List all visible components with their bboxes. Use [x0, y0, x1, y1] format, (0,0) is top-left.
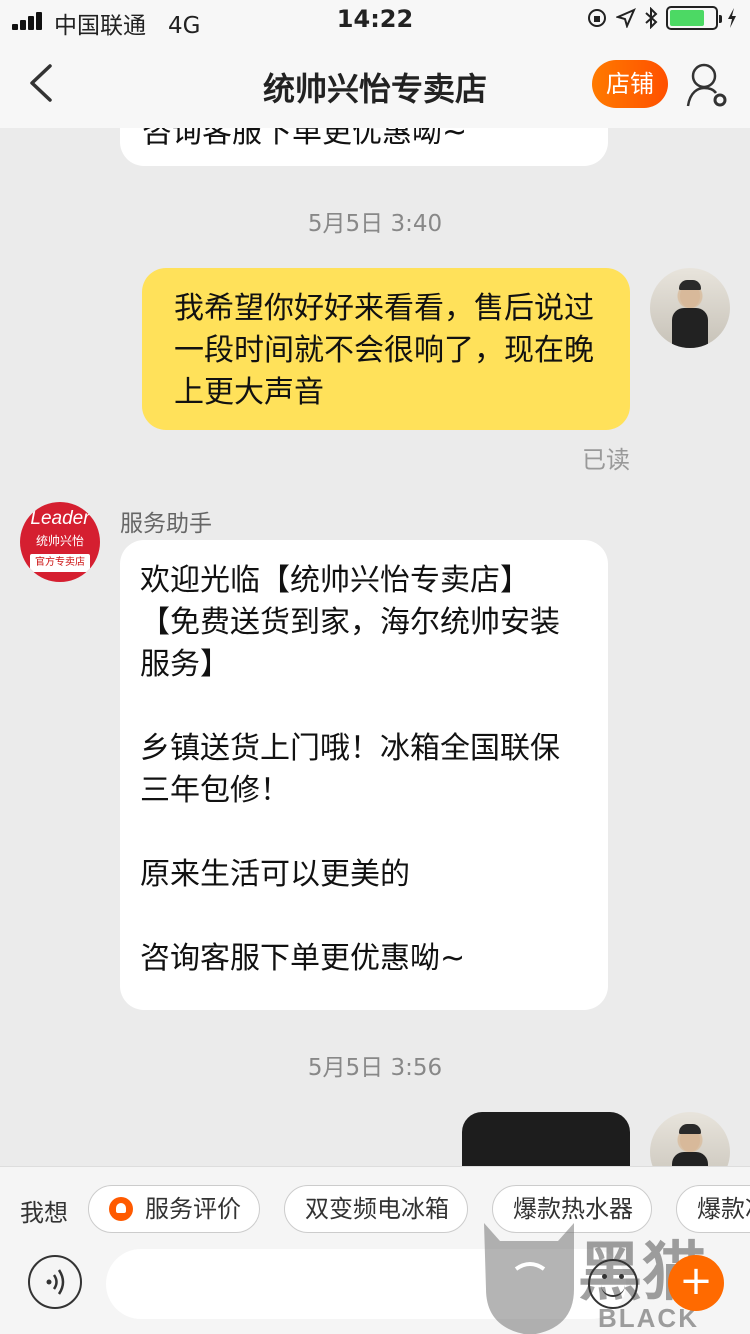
user-avatar[interactable] — [650, 1112, 730, 1166]
message-line: 三年包修！ — [140, 773, 290, 808]
chat-area[interactable]: 咨询客服下单更优惠呦~ 5月5日 3:40 我希望你好好来看看，售后说过一段时间… — [0, 128, 750, 1166]
chip-service-rating[interactable]: 服务评价 — [88, 1185, 260, 1233]
bluetooth-icon — [645, 7, 658, 29]
charging-icon — [728, 8, 736, 28]
image-message[interactable] — [462, 1112, 630, 1166]
message-line: 咨询客服下单更优惠呦~ — [140, 941, 466, 976]
top-bar: 中国联通 4G 14:22 统帅兴怡专卖店 店铺 — [0, 0, 750, 128]
user-avatar[interactable] — [650, 268, 730, 348]
message-text: 我希望你好好来看看，售后说过一段时间就不会很响了，现在晚上更大声音 — [174, 291, 594, 410]
battery-icon — [666, 6, 722, 30]
timestamp: 5月5日 3:40 — [307, 211, 443, 237]
quick-lead-label: 我想 — [20, 1199, 68, 1227]
bottom-bar: 我想 服务评价 双变频电冰箱 爆款热水器 爆款冰 黑猫 BLACK CAT + — [0, 1166, 750, 1334]
add-icon[interactable]: + — [668, 1255, 724, 1311]
message-line: 【免费送货到家，海尔统帅安装 — [140, 605, 560, 640]
sender-name: 服务助手 — [120, 511, 212, 537]
emoji-icon[interactable] — [588, 1259, 638, 1309]
user-settings-icon[interactable] — [686, 62, 730, 108]
location-icon — [616, 8, 636, 28]
message-line: 服务】 — [140, 647, 230, 682]
message-line: 欢迎光临【统帅兴怡专卖店】 — [140, 563, 530, 598]
user-message-bubble[interactable]: 我希望你好好来看看，售后说过一段时间就不会很响了，现在晚上更大声音 — [142, 268, 630, 430]
black-cat-logo-icon — [484, 1223, 574, 1334]
shop-avatar[interactable]: Leader 统帅兴怡 官方专卖店 — [20, 502, 100, 582]
timestamp: 5月5日 3:56 — [307, 1055, 443, 1081]
chip-fridge[interactable]: 双变频电冰箱 — [284, 1185, 468, 1233]
partial-message-bubble: 咨询客服下单更优惠呦~ — [120, 128, 608, 166]
shop-message-bubble[interactable]: 欢迎光临【统帅兴怡专卖店】 【免费送货到家，海尔统帅安装 服务】 乡镇送货上门哦… — [120, 540, 608, 1010]
nav-bar: 统帅兴怡专卖店 店铺 — [0, 40, 750, 128]
read-status: 已读 — [582, 446, 630, 474]
message-line: 乡镇送货上门哦！冰箱全国联保 — [140, 731, 560, 766]
status-bar: 中国联通 4G 14:22 — [0, 0, 750, 40]
orientation-lock-icon — [588, 9, 606, 27]
voice-input-icon[interactable] — [28, 1255, 82, 1309]
message-line: 原来生活可以更美的 — [140, 857, 410, 892]
shop-button[interactable]: 店铺 — [592, 60, 668, 108]
message-text: 咨询客服下单更优惠呦~ — [142, 128, 468, 150]
rating-icon — [109, 1197, 133, 1221]
